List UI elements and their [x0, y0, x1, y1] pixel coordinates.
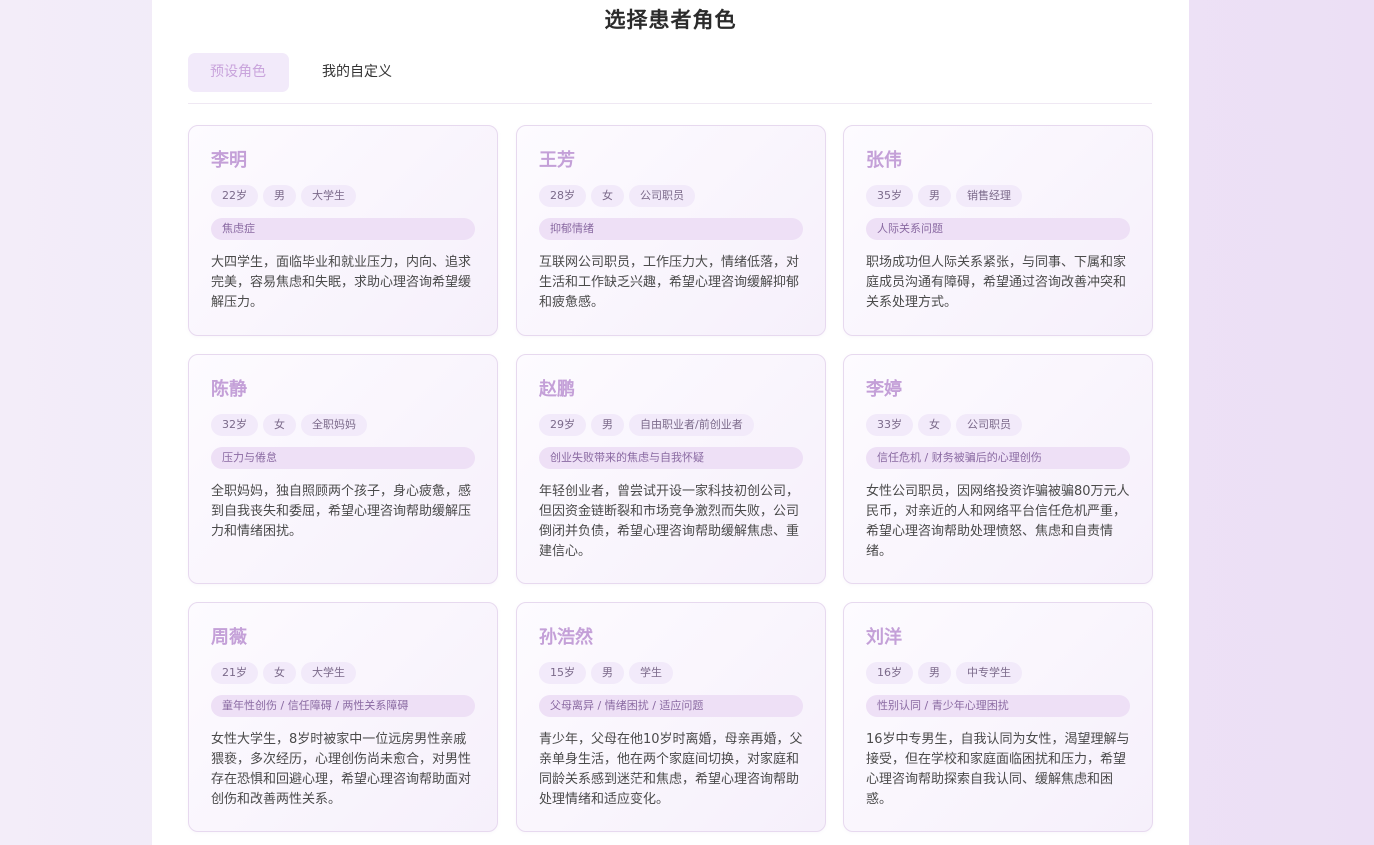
- occupation-tag: 学生: [629, 662, 673, 684]
- age-tag: 29岁: [539, 414, 586, 436]
- role-card-liu-yang[interactable]: 刘洋 16岁男中专学生 性别认同 / 青少年心理困扰 16岁中专男生，自我认同为…: [843, 602, 1153, 832]
- role-name: 刘洋: [866, 627, 902, 648]
- role-card-sun-haoran[interactable]: 孙浩然 15岁男学生 父母离异 / 情绪困扰 / 适应问题 青少年，父母在他10…: [516, 602, 826, 832]
- occupation-tag: 全职妈妈: [301, 414, 367, 436]
- age-tag: 22岁: [211, 185, 258, 207]
- role-tags: 16岁男中专学生: [866, 661, 1130, 684]
- tab-my-custom[interactable]: 我的自定义: [299, 53, 415, 92]
- role-card-wang-fang[interactable]: 王芳 28岁女公司职员 抑郁情绪 互联网公司职员，工作压力大，情绪低落，对生活和…: [516, 125, 826, 336]
- occupation-tag: 自由职业者/前创业者: [629, 414, 754, 436]
- role-tags: 15岁男学生: [539, 661, 803, 684]
- occupation-tag: 大学生: [301, 662, 356, 684]
- role-card-zhao-peng[interactable]: 赵鹏 29岁男自由职业者/前创业者 创业失败带来的焦虑与自我怀疑 年轻创业者，曾…: [516, 354, 826, 584]
- issue-badge: 焦虑症: [211, 218, 475, 240]
- role-description: 青少年，父母在他10岁时离婚，母亲再婚，父亲单身生活，他在两个家庭间切换，对家庭…: [539, 732, 803, 807]
- role-tags: 29岁男自由职业者/前创业者: [539, 413, 803, 436]
- role-name: 孙浩然: [539, 627, 593, 648]
- occupation-tag: 公司职员: [956, 414, 1022, 436]
- role-card-zhou-wei[interactable]: 周薇 21岁女大学生 童年性创伤 / 信任障碍 / 两性关系障碍 女性大学生，8…: [188, 602, 498, 832]
- tab-preset-roles[interactable]: 预设角色: [188, 53, 289, 92]
- main-panel: 选择患者角色 预设角色 我的自定义 李明 22岁男大学生 焦虑症 大四学生，面临…: [152, 0, 1189, 845]
- role-tags: 21岁女大学生: [211, 661, 475, 684]
- role-tags: 33岁女公司职员: [866, 413, 1130, 436]
- page-title: 选择患者角色: [604, 8, 737, 32]
- role-card-li-ting[interactable]: 李婷 33岁女公司职员 信任危机 / 财务被骗后的心理创伤 女性公司职员，因网络…: [843, 354, 1153, 584]
- issue-badge: 父母离异 / 情绪困扰 / 适应问题: [539, 695, 803, 717]
- role-name: 赵鹏: [539, 379, 575, 400]
- occupation-tag: 公司职员: [629, 185, 695, 207]
- issue-badge: 童年性创伤 / 信任障碍 / 两性关系障碍: [211, 695, 475, 717]
- issue-badge: 信任危机 / 财务被骗后的心理创伤: [866, 447, 1130, 469]
- role-description: 女性公司职员，因网络投资诈骗被骗80万元人民币，对亲近的人和网络平台信任危机严重…: [866, 484, 1130, 559]
- issue-badge: 性别认同 / 青少年心理困扰: [866, 695, 1130, 717]
- role-name: 李婷: [866, 379, 902, 400]
- role-tags: 28岁女公司职员: [539, 184, 803, 207]
- role-description: 职场成功但人际关系紧张，与同事、下属和家庭成员沟通有障碍，希望通过咨询改善冲突和…: [866, 255, 1127, 310]
- role-name: 李明: [211, 150, 247, 171]
- age-tag: 28岁: [539, 185, 586, 207]
- gender-tag: 男: [918, 185, 951, 207]
- occupation-tag: 大学生: [301, 185, 356, 207]
- gender-tag: 男: [918, 662, 951, 684]
- gender-tag: 女: [263, 414, 296, 436]
- role-description: 女性大学生，8岁时被家中一位远房男性亲戚猥亵，多次经历，心理创伤尚未愈合，对男性…: [211, 732, 472, 807]
- role-description: 互联网公司职员，工作压力大，情绪低落，对生活和工作缺乏兴趣，希望心理咨询缓解抑郁…: [539, 255, 800, 310]
- gender-tag: 男: [591, 414, 624, 436]
- role-tags: 22岁男大学生: [211, 184, 475, 207]
- gender-tag: 女: [918, 414, 951, 436]
- role-card-li-ming[interactable]: 李明 22岁男大学生 焦虑症 大四学生，面临毕业和就业压力，内向、追求完美，容易…: [188, 125, 498, 336]
- role-tags: 35岁男销售经理: [866, 184, 1130, 207]
- role-name: 张伟: [866, 150, 902, 171]
- role-description: 大四学生，面临毕业和就业压力，内向、追求完美，容易焦虑和失眠，求助心理咨询希望缓…: [211, 255, 472, 310]
- issue-badge: 压力与倦怠: [211, 447, 475, 469]
- role-card-zhang-wei[interactable]: 张伟 35岁男销售经理 人际关系问题 职场成功但人际关系紧张，与同事、下属和家庭…: [843, 125, 1153, 336]
- role-card-chen-jing[interactable]: 陈静 32岁女全职妈妈 压力与倦怠 全职妈妈，独自照顾两个孩子，身心疲惫，感到自…: [188, 354, 498, 584]
- age-tag: 15岁: [539, 662, 586, 684]
- tab-bar: 预设角色 我的自定义: [188, 53, 1152, 104]
- role-description: 全职妈妈，独自照顾两个孩子，身心疲惫，感到自我丧失和委屈，希望心理咨询帮助缓解压…: [211, 484, 472, 539]
- issue-badge: 人际关系问题: [866, 218, 1130, 240]
- age-tag: 32岁: [211, 414, 258, 436]
- age-tag: 21岁: [211, 662, 258, 684]
- occupation-tag: 中专学生: [956, 662, 1022, 684]
- gender-tag: 女: [591, 185, 624, 207]
- issue-badge: 创业失败带来的焦虑与自我怀疑: [539, 447, 803, 469]
- age-tag: 35岁: [866, 185, 913, 207]
- issue-badge: 抑郁情绪: [539, 218, 803, 240]
- age-tag: 16岁: [866, 662, 913, 684]
- role-tags: 32岁女全职妈妈: [211, 413, 475, 436]
- occupation-tag: 销售经理: [956, 185, 1022, 207]
- role-description: 16岁中专男生，自我认同为女性，渴望理解与接受，但在学校和家庭面临困扰和压力，希…: [866, 732, 1130, 807]
- gender-tag: 男: [591, 662, 624, 684]
- role-name: 周薇: [211, 627, 247, 648]
- gender-tag: 男: [263, 185, 296, 207]
- role-name: 王芳: [539, 150, 575, 171]
- role-description: 年轻创业者，曾尝试开设一家科技初创公司，但因资金链断裂和市场竞争激烈而失败，公司…: [539, 484, 800, 559]
- gender-tag: 女: [263, 662, 296, 684]
- role-name: 陈静: [211, 379, 247, 400]
- age-tag: 33岁: [866, 414, 913, 436]
